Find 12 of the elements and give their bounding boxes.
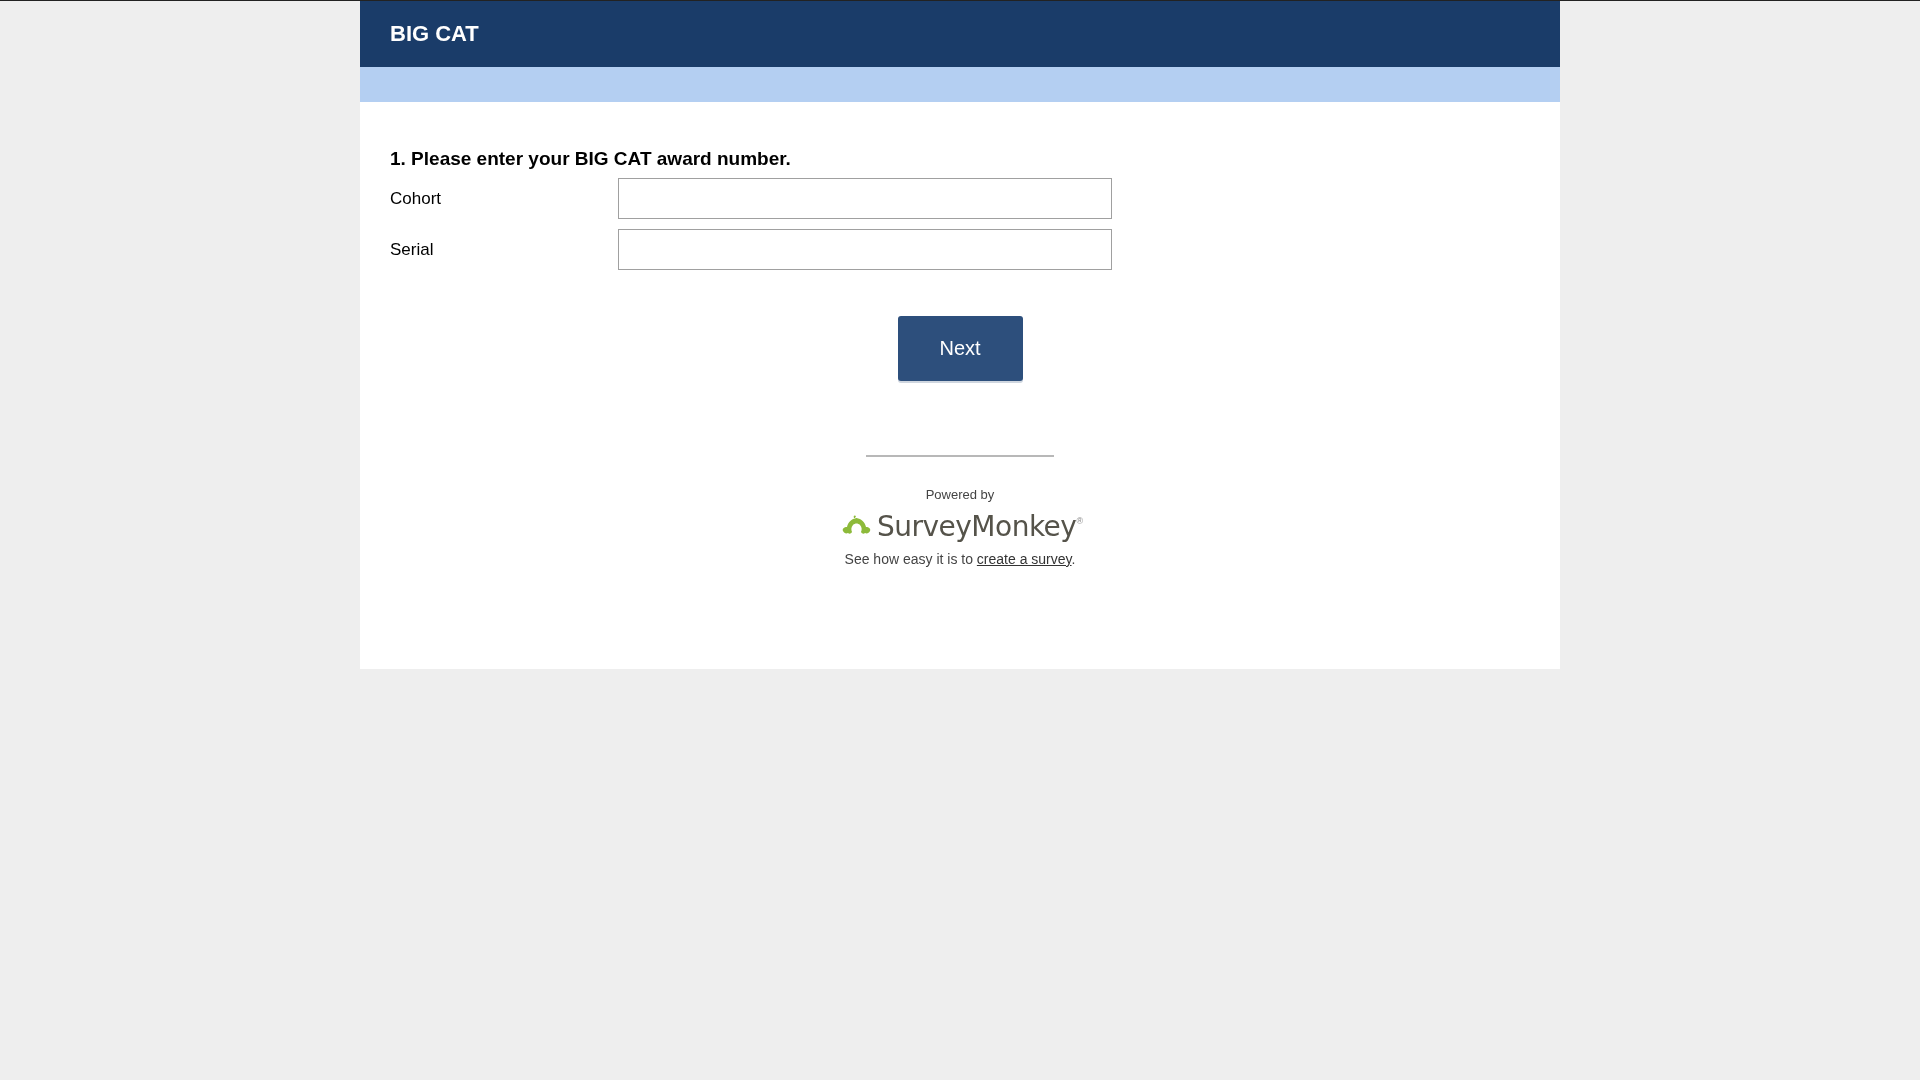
input-field[interactable] [618,229,1112,270]
field-label: Cohort [390,188,443,209]
registered-mark: ® [1076,516,1084,526]
survey-title: BIG CAT [390,21,479,47]
input-field[interactable] [618,178,1112,219]
brand-name: SurveyMonkey [876,510,1077,543]
question-title: 1. Please enter your BIG CAT award number. [390,148,792,170]
next-button[interactable]: Next [897,316,1023,381]
create-survey-link[interactable]: create a survey [976,551,1072,567]
powered-by-text: Powered by [925,487,995,502]
field-label: Serial [390,239,435,260]
footer-note: See how easy it is to create a survey. [844,551,1076,567]
